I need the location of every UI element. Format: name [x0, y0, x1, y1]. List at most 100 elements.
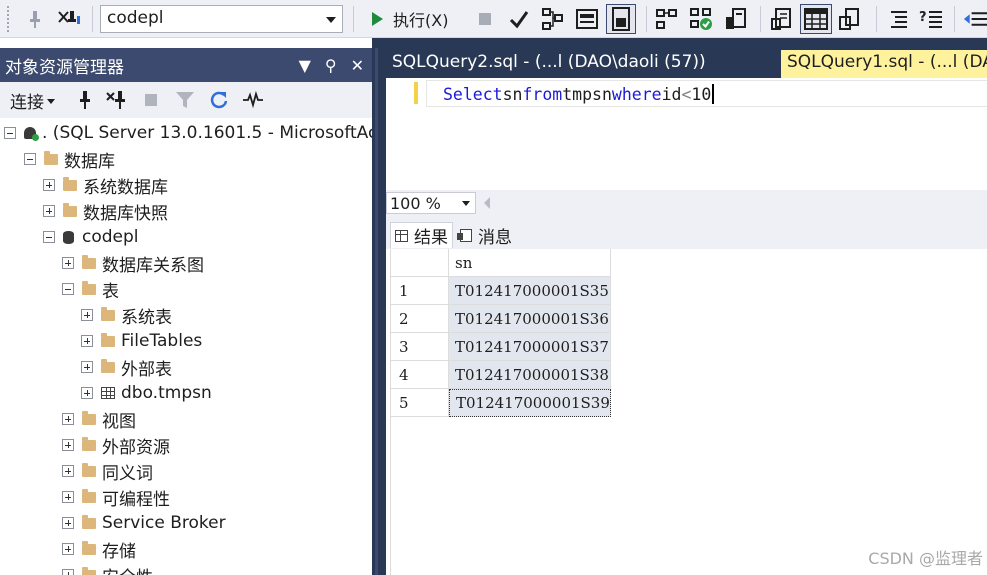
- filter-icon[interactable]: [174, 90, 196, 110]
- tab-sqlquery2[interactable]: SQLQuery2.sql - (...l (DAO\daoli (57)): [386, 50, 778, 78]
- display-plan-icon[interactable]: [540, 4, 566, 34]
- tree-node-diagrams[interactable]: 数据库关系图: [62, 250, 204, 276]
- pin-icon[interactable]: ⚲: [325, 56, 337, 75]
- tree-node-server[interactable]: . (SQL Server 13.0.1601.5 - MicrosoftAc: [4, 120, 372, 146]
- stop-icon[interactable]: [140, 90, 162, 110]
- tree-node-system-databases[interactable]: 系统数据库: [43, 172, 168, 198]
- uncomment-icon[interactable]: ?: [916, 4, 946, 34]
- row-number[interactable]: 2: [391, 305, 449, 333]
- client-stats-icon[interactable]: [722, 4, 748, 34]
- folder-icon: [63, 202, 77, 217]
- query-options-icon[interactable]: [574, 4, 600, 34]
- results-to-text-icon[interactable]: [768, 4, 796, 34]
- stop-icon[interactable]: [474, 4, 496, 34]
- connect-button[interactable]: 连接: [10, 88, 55, 113]
- object-explorer-title: 对象资源管理器: [5, 57, 124, 78]
- tree-node-synonyms[interactable]: 同义词: [62, 458, 153, 484]
- tree-node-external-resources[interactable]: 外部资源: [62, 432, 170, 458]
- chevron-down-icon[interactable]: [326, 17, 336, 23]
- row-number[interactable]: 3: [391, 333, 449, 361]
- expand-icon[interactable]: [62, 569, 74, 575]
- tree-node-external-tables[interactable]: 外部表: [81, 354, 172, 380]
- tab-sqlquery1[interactable]: SQLQuery1.sql - (...l (DAO\daoli (55))*: [781, 50, 987, 78]
- tree-node-service-broker[interactable]: Service Broker: [62, 510, 226, 536]
- collapse-icon[interactable]: [24, 153, 36, 165]
- column-header-sn[interactable]: sn: [449, 249, 611, 277]
- expand-icon[interactable]: [43, 179, 55, 191]
- tab-results[interactable]: 结果: [390, 222, 453, 248]
- cell-sn[interactable]: T012417000001S37: [449, 333, 611, 361]
- tree-node-programmability[interactable]: 可编程性: [62, 484, 170, 510]
- grip-icon[interactable]: [6, 5, 10, 33]
- code-line[interactable]: Select sn from tmpsn where id < 10: [443, 82, 714, 106]
- expand-icon[interactable]: [62, 465, 74, 477]
- tree-node-database-snapshots[interactable]: 数据库快照: [43, 198, 168, 224]
- tree-node-system-tables[interactable]: 系统表: [81, 302, 172, 328]
- expand-icon[interactable]: [81, 309, 93, 321]
- tree-node-label: 安全性: [102, 563, 153, 575]
- collapse-icon[interactable]: [4, 127, 16, 139]
- row-number[interactable]: 1: [391, 277, 449, 305]
- close-icon[interactable]: ✕: [351, 56, 364, 75]
- tree-node-storage[interactable]: 存储: [62, 536, 136, 562]
- expand-icon[interactable]: [62, 517, 74, 529]
- tree-node-label: FileTables: [121, 331, 203, 351]
- table-row[interactable]: 4 T012417000001S38: [391, 361, 611, 389]
- database-selector[interactable]: codepl: [100, 5, 343, 33]
- table-row[interactable]: 2 T012417000001S36: [391, 305, 611, 333]
- expand-icon[interactable]: [62, 257, 74, 269]
- cell-sn[interactable]: T012417000001S39: [449, 389, 611, 417]
- tree-node-filetables[interactable]: FileTables: [81, 328, 202, 354]
- main-toolbar: codepl 执行(X) ?: [0, 0, 987, 38]
- activity-monitor-icon[interactable]: [242, 90, 264, 110]
- row-number[interactable]: 5: [391, 389, 449, 417]
- cut-query-icon[interactable]: [54, 4, 84, 34]
- cell-sn[interactable]: T012417000001S35: [449, 277, 611, 305]
- cell-sn[interactable]: T012417000001S38: [449, 361, 611, 389]
- tree-node-tables[interactable]: 表: [62, 276, 119, 302]
- expand-icon[interactable]: [81, 361, 93, 373]
- tree-node-views[interactable]: 视图: [62, 406, 136, 432]
- tree-node-dbo-tmpsn[interactable]: dbo.tmpsn: [81, 380, 212, 406]
- expand-icon[interactable]: [43, 205, 55, 217]
- checkmark-icon[interactable]: [506, 4, 532, 34]
- tree-node-security[interactable]: 安全性: [62, 562, 153, 575]
- chevron-down-icon[interactable]: [462, 201, 470, 206]
- zoom-selector[interactable]: 100 %: [386, 192, 476, 214]
- live-stats-icon[interactable]: [688, 4, 714, 34]
- table-row[interactable]: 3 T012417000001S37: [391, 333, 611, 361]
- expand-icon[interactable]: [62, 413, 74, 425]
- row-number[interactable]: 4: [391, 361, 449, 389]
- connect-icon[interactable]: [74, 90, 96, 110]
- expand-icon[interactable]: [62, 439, 74, 451]
- results-grid-icon[interactable]: [800, 4, 832, 34]
- expand-icon[interactable]: [81, 335, 93, 347]
- tree-node-label: . (SQL Server 13.0.1601.5 - MicrosoftAc: [42, 123, 372, 143]
- tree-node-codepl[interactable]: codepl: [43, 224, 139, 250]
- cell-sn[interactable]: T012417000001S36: [449, 305, 611, 333]
- results-to-file-icon[interactable]: [836, 4, 864, 34]
- disconnect-icon[interactable]: [106, 90, 128, 110]
- scroll-left-icon[interactable]: [484, 197, 490, 209]
- expand-icon[interactable]: [81, 387, 93, 399]
- table-row[interactable]: 5 T012417000001S39: [391, 389, 611, 417]
- tree-node-databases[interactable]: 数据库: [24, 146, 115, 172]
- table-row[interactable]: 1 T012417000001S35: [391, 277, 611, 305]
- execute-button[interactable]: 执行(X): [364, 4, 448, 34]
- outdent-icon[interactable]: [962, 4, 987, 34]
- debug-icon[interactable]: [22, 4, 48, 34]
- expand-icon[interactable]: [62, 543, 74, 555]
- include-plan-icon[interactable]: [654, 4, 680, 34]
- refresh-icon[interactable]: [208, 90, 230, 110]
- dropdown-icon[interactable]: ▼: [299, 56, 311, 75]
- sql-code-editor[interactable]: Select sn from tmpsn where id < 10: [386, 78, 987, 190]
- row-number-header[interactable]: [391, 249, 449, 277]
- comment-icon[interactable]: [884, 4, 912, 34]
- panel-splitter[interactable]: [372, 38, 386, 575]
- collapse-icon[interactable]: [43, 231, 55, 243]
- change-indicator: [414, 82, 418, 104]
- tab-messages[interactable]: 消息: [456, 222, 516, 248]
- expand-icon[interactable]: [62, 491, 74, 503]
- collapse-icon[interactable]: [62, 283, 74, 295]
- results-to-grid-icon[interactable]: [606, 4, 636, 34]
